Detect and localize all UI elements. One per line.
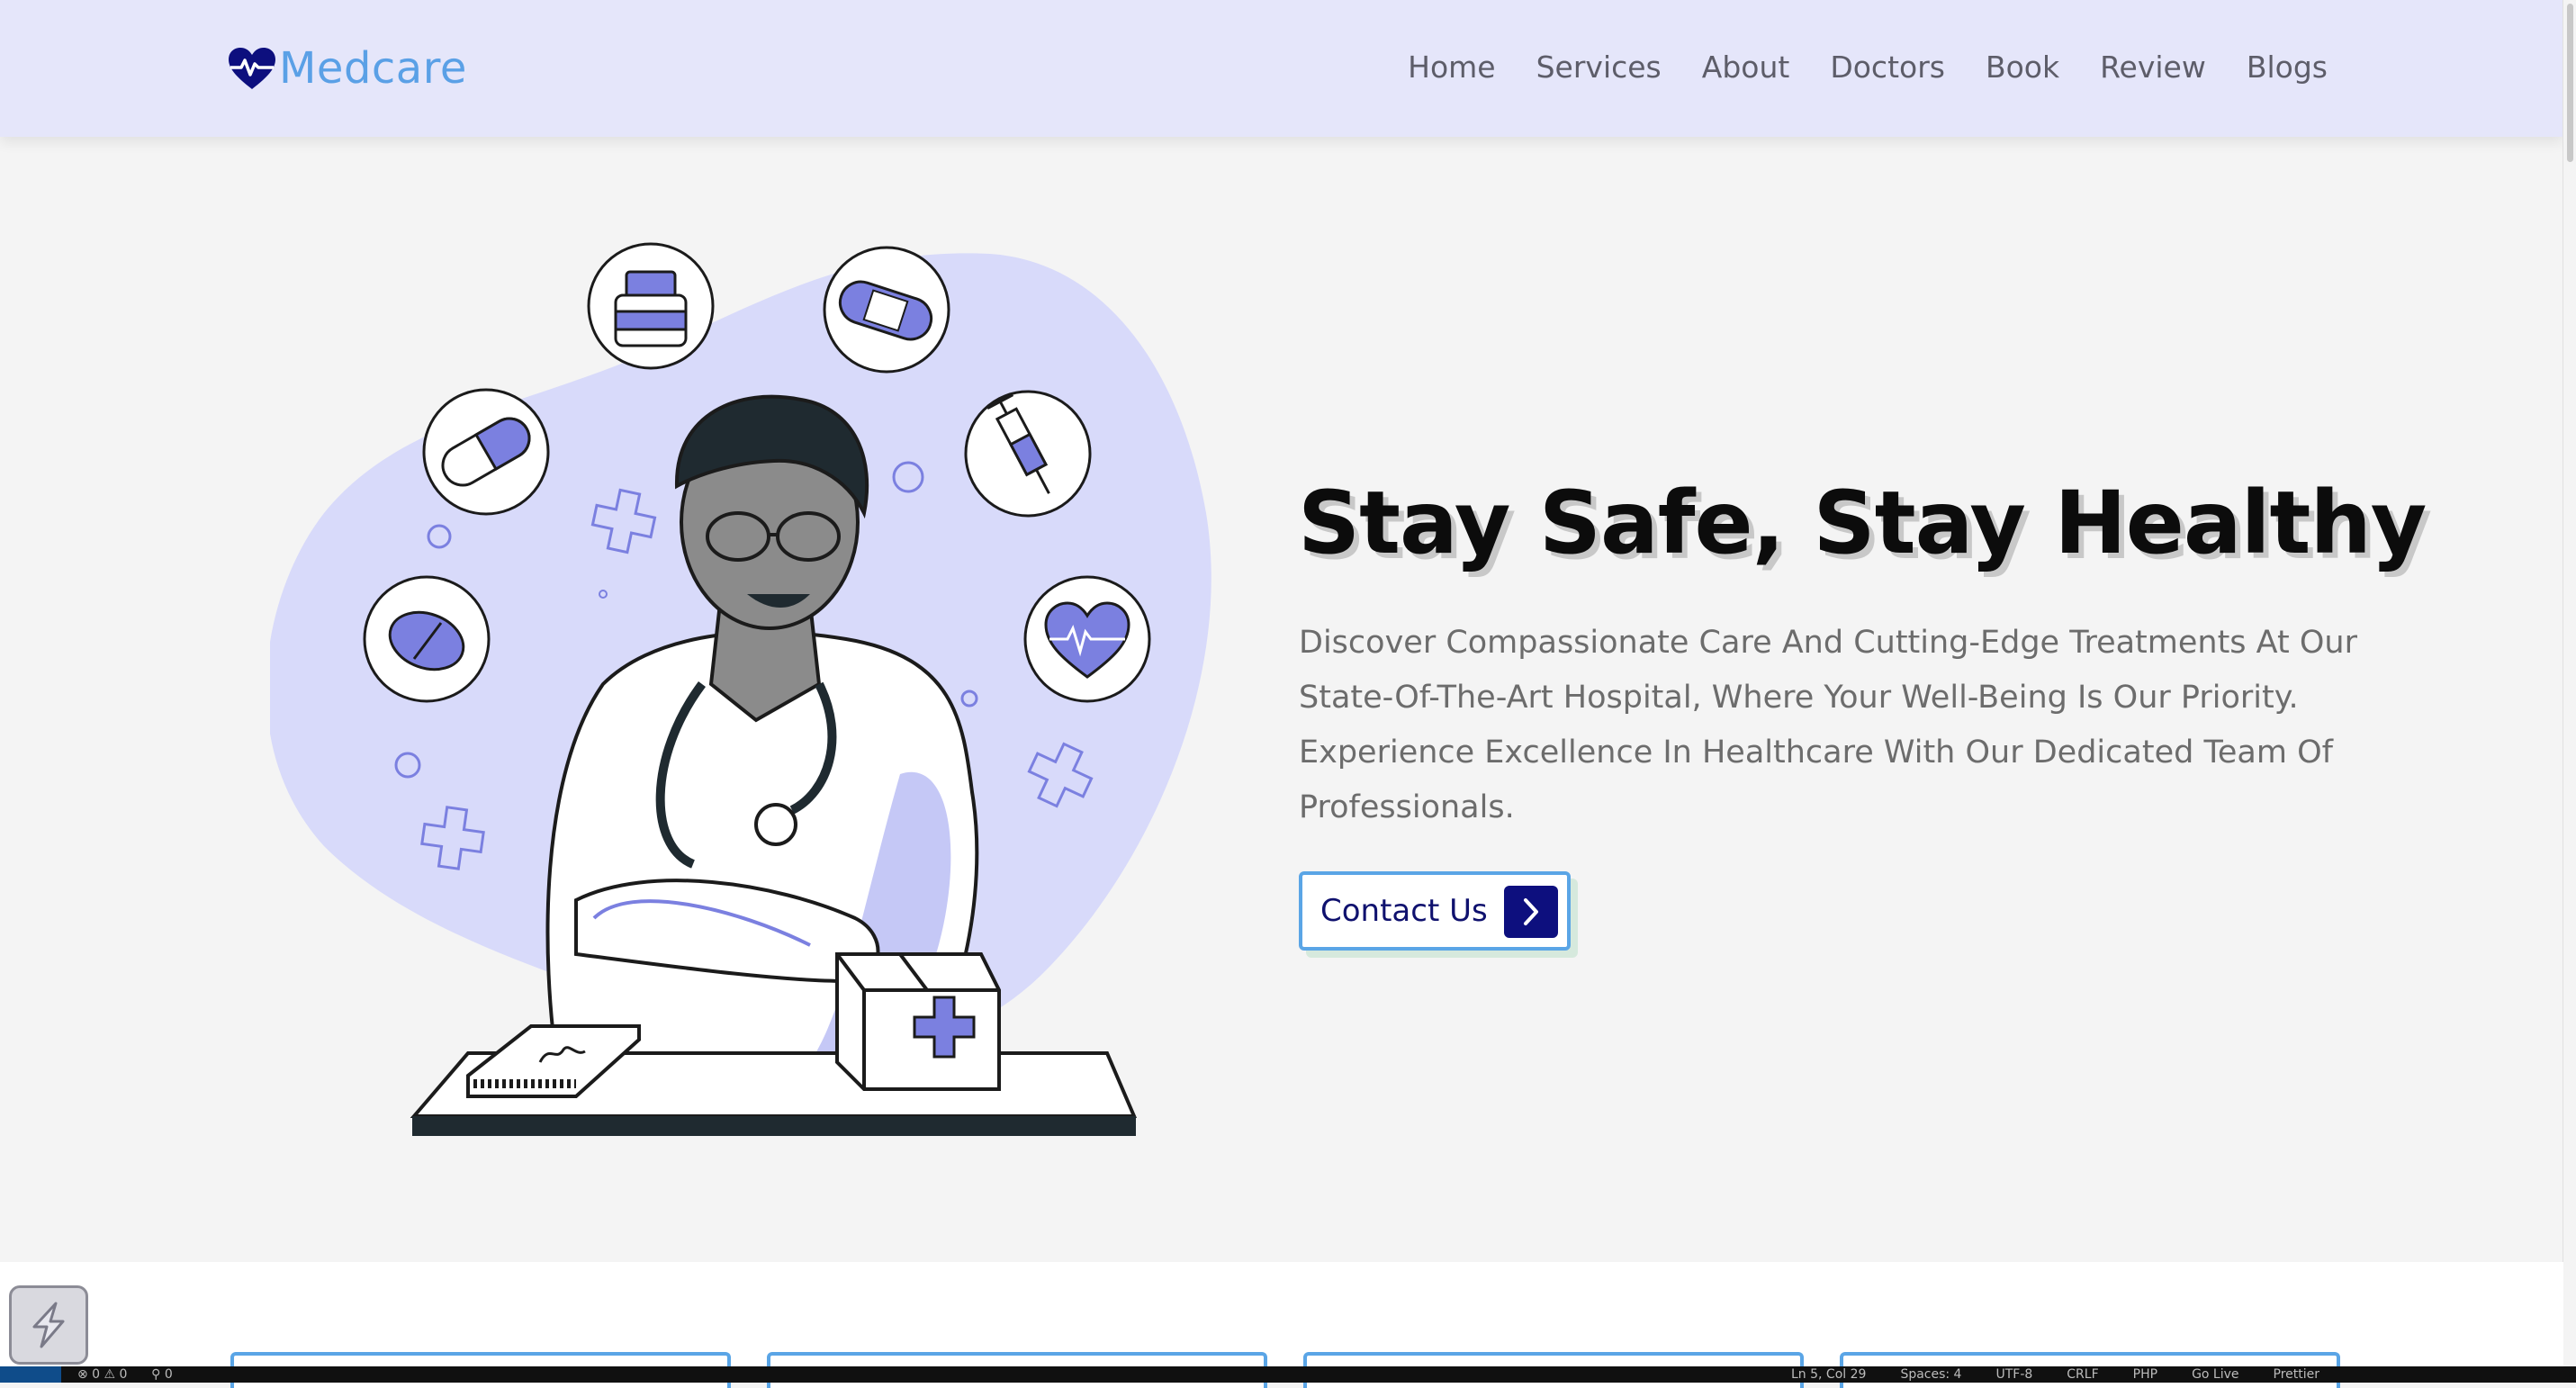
problems-indicator[interactable]: ⊗ 0 ⚠ 0 ⚲ 0	[77, 1366, 173, 1383]
hero-title: Stay Safe, Stay Healthy	[1298, 473, 2427, 573]
problems-count: ⊗ 0 ⚠ 0	[77, 1367, 128, 1382]
nav-review[interactable]: Review	[2100, 45, 2206, 90]
nav-services[interactable]: Services	[1536, 45, 1662, 90]
prettier-button[interactable]: Prettier	[2274, 1366, 2320, 1383]
chevron-right-icon	[1504, 886, 1558, 938]
indentation[interactable]: Spaces: 4	[1900, 1366, 1961, 1383]
main-nav: Home Services About Doctors Book Review …	[1367, 45, 2328, 90]
nav-home[interactable]: Home	[1408, 45, 1495, 90]
contact-us-button[interactable]: Contact Us	[1299, 871, 1571, 951]
site-header: Medcare Home Services About Doctors Book…	[0, 0, 2563, 137]
encoding[interactable]: UTF-8	[1995, 1366, 2032, 1383]
hero-description: Discover Compassionate Care And Cutting-…	[1299, 625, 2357, 825]
nav-about[interactable]: About	[1702, 45, 1790, 90]
nav-book[interactable]: Book	[1986, 45, 2059, 90]
brand-name: Medcare	[279, 43, 467, 94]
contact-us-label: Contact Us	[1320, 893, 1488, 929]
nav-doctors[interactable]: Doctors	[1830, 45, 1945, 90]
go-live-button[interactable]: Go Live	[2192, 1366, 2238, 1383]
brand-logo[interactable]: Medcare	[227, 40, 467, 97]
scrollbar[interactable]	[2562, 0, 2576, 1368]
language-mode[interactable]: PHP	[2133, 1366, 2157, 1383]
line-endings[interactable]: CRLF	[2067, 1366, 2098, 1383]
lightning-icon	[32, 1302, 65, 1348]
cursor-position[interactable]: Ln 5, Col 29	[1791, 1366, 1866, 1383]
nav-blogs[interactable]: Blogs	[2247, 45, 2328, 90]
remote-indicator[interactable]	[0, 1366, 61, 1383]
ports-count: ⚲ 0	[151, 1367, 173, 1382]
doctor-illustration	[270, 242, 1211, 1136]
editor-statusbar: ⊗ 0 ⚠ 0 ⚲ 0 Ln 5, Col 29 Spaces: 4 UTF-8…	[0, 1366, 2576, 1383]
extension-widget[interactable]	[9, 1285, 88, 1365]
heartbeat-logo-icon	[229, 48, 275, 89]
scrollbar-thumb[interactable]	[2567, 4, 2573, 162]
